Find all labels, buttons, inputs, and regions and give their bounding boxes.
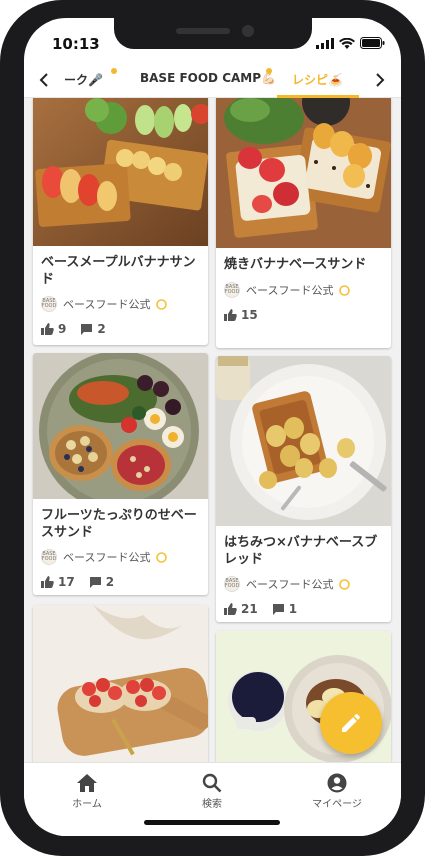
active-tab-indicator: [277, 95, 359, 98]
recipe-stats: 9 2: [41, 322, 106, 336]
search-icon: [202, 773, 222, 793]
comment-count: 1: [288, 602, 298, 616]
like-count: 21: [241, 602, 258, 616]
pencil-icon: [342, 713, 361, 732]
comment-icon[interactable]: [89, 576, 102, 588]
tab-new-dot: [266, 68, 272, 74]
notch: [114, 18, 312, 49]
recipe-feed[interactable]: ベースメープルバナナサンド BASE FOOD ベースフード公式 9 2 焼きバ…: [24, 98, 401, 762]
recipe-photo: [33, 98, 208, 246]
signal-icon: [316, 37, 334, 49]
nav-home[interactable]: ホーム: [32, 773, 142, 810]
phone-frame: 10:13 ーク🎤 BASE FOOD CAMP💪🏻 レシピ🍝 ベースメープルバ…: [0, 0, 425, 856]
recipe-card[interactable]: 焼きバナナベースサンド BASE FOOD ベースフード公式 15: [216, 98, 391, 348]
nav-mypage-label: マイページ: [312, 799, 362, 810]
home-icon: [77, 774, 97, 792]
mute-switch: [0, 118, 3, 148]
recipe-card[interactable]: フルーツたっぷりのせベースサンド BASE FOOD ベースフード公式 17 2: [33, 353, 208, 595]
nav-home-label: ホーム: [72, 799, 102, 810]
screen: 10:13 ーク🎤 BASE FOOD CAMP💪🏻 レシピ🍝 ベースメープルバ…: [24, 18, 401, 836]
author-name: ベースフード公式: [246, 578, 334, 591]
base-food-logo: BASE FOOD: [224, 576, 240, 592]
thumbs-up-icon[interactable]: [41, 576, 54, 588]
tab-new-dot: [111, 68, 117, 74]
create-post-button[interactable]: [320, 692, 382, 754]
nav-search-label: 検索: [202, 799, 222, 810]
comment-count: 2: [97, 322, 106, 336]
verified-badge-icon: [156, 551, 168, 563]
comment-count: 2: [105, 575, 115, 589]
recipe-card[interactable]: ベースメープルバナナサンド BASE FOOD ベースフード公式 9 2: [33, 98, 208, 345]
thumbs-up-icon[interactable]: [41, 323, 54, 335]
battery-icon: [360, 37, 385, 49]
base-food-logo: BASE FOOD: [41, 549, 57, 565]
recipe-photo: [33, 605, 208, 762]
recipe-photo: [33, 353, 208, 499]
author-name: ベースフード公式: [63, 298, 151, 311]
volume-up-button: [0, 175, 3, 233]
like-count: 9: [58, 322, 67, 336]
recipe-title[interactable]: 焼きバナナベースサンド: [224, 256, 384, 273]
author-name: ベースフード公式: [63, 551, 151, 564]
author-name: ベースフード公式: [246, 284, 334, 297]
recipe-title[interactable]: ベースメープルバナナサンド: [41, 254, 201, 288]
recipe-author[interactable]: BASE FOOD ベースフード公式: [224, 576, 351, 592]
chevron-left-icon[interactable]: [34, 70, 54, 90]
chevron-right-icon[interactable]: [370, 70, 390, 90]
like-count: 15: [241, 308, 258, 322]
tab-partial[interactable]: ーク🎤: [64, 71, 103, 88]
recipe-stats: 15: [224, 308, 258, 322]
verified-badge-icon: [339, 284, 351, 296]
verified-badge-icon: [156, 298, 168, 310]
thumbs-up-icon[interactable]: [224, 309, 237, 321]
base-food-logo: BASE FOOD: [224, 282, 240, 298]
recipe-stats: 17 2: [41, 575, 114, 589]
account-icon: [327, 773, 347, 793]
category-tabs: ーク🎤 BASE FOOD CAMP💪🏻 レシピ🍝: [24, 62, 401, 98]
recipe-card[interactable]: [33, 605, 208, 762]
volume-down-button: [0, 250, 3, 308]
like-count: 17: [58, 575, 75, 589]
recipe-author[interactable]: BASE FOOD ベースフード公式: [41, 549, 168, 565]
recipe-title[interactable]: はちみつ×バナナベースブレッド: [224, 534, 384, 568]
recipe-author[interactable]: BASE FOOD ベースフード公式: [224, 282, 351, 298]
recipe-card[interactable]: はちみつ×バナナベースブレッド BASE FOOD ベースフード公式 21 1: [216, 356, 391, 622]
recipe-photo: [216, 356, 391, 526]
status-time: 10:13: [52, 35, 100, 53]
recipe-photo: [216, 98, 391, 248]
thumbs-up-icon[interactable]: [224, 603, 237, 615]
comment-icon[interactable]: [80, 323, 93, 335]
verified-badge-icon: [339, 578, 351, 590]
wifi-icon: [339, 37, 355, 49]
comment-icon[interactable]: [272, 603, 285, 615]
recipe-title[interactable]: フルーツたっぷりのせベースサンド: [41, 507, 201, 541]
nav-mypage[interactable]: マイページ: [282, 773, 392, 810]
base-food-logo: BASE FOOD: [41, 296, 57, 312]
recipe-author[interactable]: BASE FOOD ベースフード公式: [41, 296, 168, 312]
home-indicator[interactable]: [144, 820, 280, 825]
tab-recipe[interactable]: レシピ🍝: [292, 71, 343, 88]
tab-base-food-camp[interactable]: BASE FOOD CAMP💪🏻: [140, 71, 276, 85]
recipe-stats: 21 1: [224, 602, 297, 616]
nav-search[interactable]: 検索: [157, 773, 267, 810]
